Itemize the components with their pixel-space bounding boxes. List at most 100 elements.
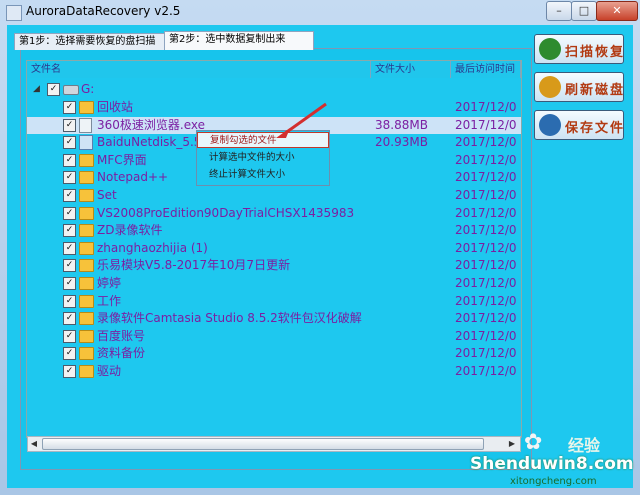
file-date: 2017/12/0 [455, 240, 517, 255]
watermark-cn: 经验 [568, 436, 601, 455]
scroll-left-icon[interactable]: ◀ [28, 438, 40, 450]
tree-row[interactable]: ✓ VS2008ProEdition90DayTrialCHSX1435983 20… [27, 205, 521, 222]
tree-row[interactable]: ✓ 乐易模块V5.8-2017年10月7日更新 2017/12/0 [27, 257, 521, 274]
column-header-name[interactable]: 文件名 [27, 61, 371, 78]
collapse-triangle-icon[interactable]: ◢ [33, 84, 40, 94]
window-title: AuroraDataRecovery v2.5 [26, 4, 181, 18]
file-icon [79, 135, 93, 151]
refresh-icon [539, 76, 561, 98]
tree-row[interactable]: ✓ 资料备份 2017/12/0 [27, 345, 521, 362]
column-header-last-access[interactable]: 最后访问时间 [451, 61, 521, 78]
file-name: 乐易模块V5.8-2017年10月7日更新 [97, 258, 291, 273]
file-icon [79, 117, 92, 133]
checkbox[interactable]: ✓ [63, 206, 76, 220]
app-icon [6, 5, 22, 21]
watermark-site: Shenduwin8.com [470, 454, 634, 474]
file-name: 驱动 [97, 364, 122, 378]
checkbox[interactable]: ✓ [63, 153, 76, 167]
menu-item-stop-calc[interactable]: 终止计算文件大小 [197, 167, 329, 183]
checkbox[interactable]: ✓ [63, 189, 76, 202]
file-date: 2017/12/0 [455, 346, 517, 361]
watermark-sub: xitongcheng.com [510, 476, 597, 487]
tree-row[interactable]: ✓ 录像软件Camtasia Studio 8.5.2软件包汉化破解 2017/12… [27, 310, 521, 327]
tree-row[interactable]: ✓ zhanghaozhijia (1) 2017/12/0 [27, 240, 521, 257]
file-date: 2017/12/0 [455, 205, 517, 220]
scan-recover-button[interactable]: 扫描恢复 [534, 34, 624, 64]
checkbox[interactable]: ✓ [63, 171, 76, 185]
file-date: 2017/12/0 [455, 100, 517, 114]
tree-row-drive[interactable]: ◢ ✓ G: [27, 81, 521, 98]
menu-item-calc-size[interactable]: 计算选中文件的大小 [197, 150, 329, 166]
save-icon [539, 114, 561, 136]
checkbox[interactable]: ✓ [63, 224, 76, 238]
annotation-arrow-icon [276, 102, 327, 138]
tree-row[interactable]: ✓ 工作 2017/12/0 [27, 293, 521, 310]
folder-icon [79, 224, 94, 238]
file-name: 工作 [97, 293, 122, 308]
tab-step2[interactable]: 第2步：选中数据复制出来 [164, 31, 314, 50]
file-name: 百度账号 [97, 328, 146, 343]
folder-icon [79, 171, 94, 185]
folder-icon [79, 153, 94, 167]
tree-row[interactable]: ✓ Set 2017/12/0 [27, 187, 521, 204]
checkbox[interactable]: ✓ [63, 312, 76, 326]
folder-icon [79, 277, 94, 290]
title-bar: AuroraDataRecovery v2.5 – □ ✕ [0, 0, 640, 24]
checkbox[interactable]: ✓ [63, 365, 76, 378]
file-name: VS2008ProEdition90DayTrialCHSX1435983 [97, 205, 355, 220]
paw-icon: ✿ [524, 430, 543, 455]
file-name: 录像软件Camtasia Studio 8.5.2软件包汉化破解 [97, 311, 362, 326]
file-name: 360极速浏览器.exe [97, 117, 206, 132]
refresh-disk-button[interactable]: 刷新磁盘 [534, 72, 624, 102]
file-name: 婷婷 [97, 276, 122, 290]
maximize-button[interactable]: □ [571, 1, 597, 21]
checkbox[interactable]: ✓ [63, 294, 76, 308]
checkbox[interactable]: ✓ [63, 101, 76, 114]
file-name: ZD录像软件 [97, 223, 163, 238]
tree-row[interactable]: ✓ ZD录像软件 2017/12/0 [27, 222, 521, 239]
magnifier-icon [539, 38, 561, 60]
checkbox[interactable]: ✓ [63, 329, 76, 343]
tree-row[interactable]: ✓ 驱动 2017/12/0 [27, 363, 521, 380]
file-date: 2017/12/0 [455, 117, 517, 132]
save-file-button[interactable]: 保存文件 [534, 110, 624, 140]
folder-icon [79, 312, 94, 326]
file-name: 资料备份 [97, 346, 146, 361]
drive-icon [63, 85, 79, 95]
file-name: zhanghaozhijia (1) [97, 240, 208, 255]
folder-icon [79, 101, 94, 114]
file-name: Set [97, 188, 117, 202]
checkbox[interactable]: ✓ [63, 347, 76, 361]
checkbox[interactable]: ✓ [47, 83, 60, 96]
file-date: 2017/12/0 [455, 258, 517, 273]
checkbox[interactable]: ✓ [63, 241, 76, 255]
folder-icon [79, 259, 94, 273]
close-button[interactable]: ✕ [596, 1, 638, 21]
checkbox[interactable]: ✓ [63, 259, 76, 273]
scrollbar-thumb[interactable] [42, 438, 484, 450]
file-date: 2017/12/0 [455, 135, 517, 150]
checkbox[interactable]: ✓ [63, 118, 76, 132]
column-header-size[interactable]: 文件大小 [371, 61, 451, 78]
file-date: 2017/12/0 [455, 276, 517, 290]
watermark: ✿ 经验 Shenduwin8.com xitongcheng.com [440, 430, 636, 492]
file-date: 2017/12/0 [455, 328, 517, 343]
file-name: Notepad++ [97, 170, 169, 185]
app-window: AuroraDataRecovery v2.5 – □ ✕ 第1步：选择需要恢复… [0, 0, 640, 495]
drive-label: G: [81, 82, 95, 96]
folder-icon [79, 329, 94, 343]
checkbox[interactable]: ✓ [63, 277, 76, 290]
tree-row[interactable]: ✓ 百度账号 2017/12/0 [27, 328, 521, 345]
file-date: 2017/12/0 [455, 223, 517, 238]
tree-row[interactable]: ✓ 婷婷 2017/12/0 [27, 275, 521, 292]
tab-step1[interactable]: 第1步：选择需要恢复的盘扫描 [14, 33, 170, 50]
file-name: MFC界面 [97, 152, 147, 167]
checkbox[interactable]: ✓ [63, 136, 76, 150]
file-date: 2017/12/0 [455, 188, 517, 202]
file-date: 2017/12/0 [455, 170, 517, 185]
minimize-button[interactable]: – [546, 1, 572, 21]
folder-icon [79, 189, 94, 202]
folder-icon [79, 347, 94, 361]
folder-icon [79, 241, 94, 255]
save-file-label: 保存文件 [565, 121, 626, 136]
